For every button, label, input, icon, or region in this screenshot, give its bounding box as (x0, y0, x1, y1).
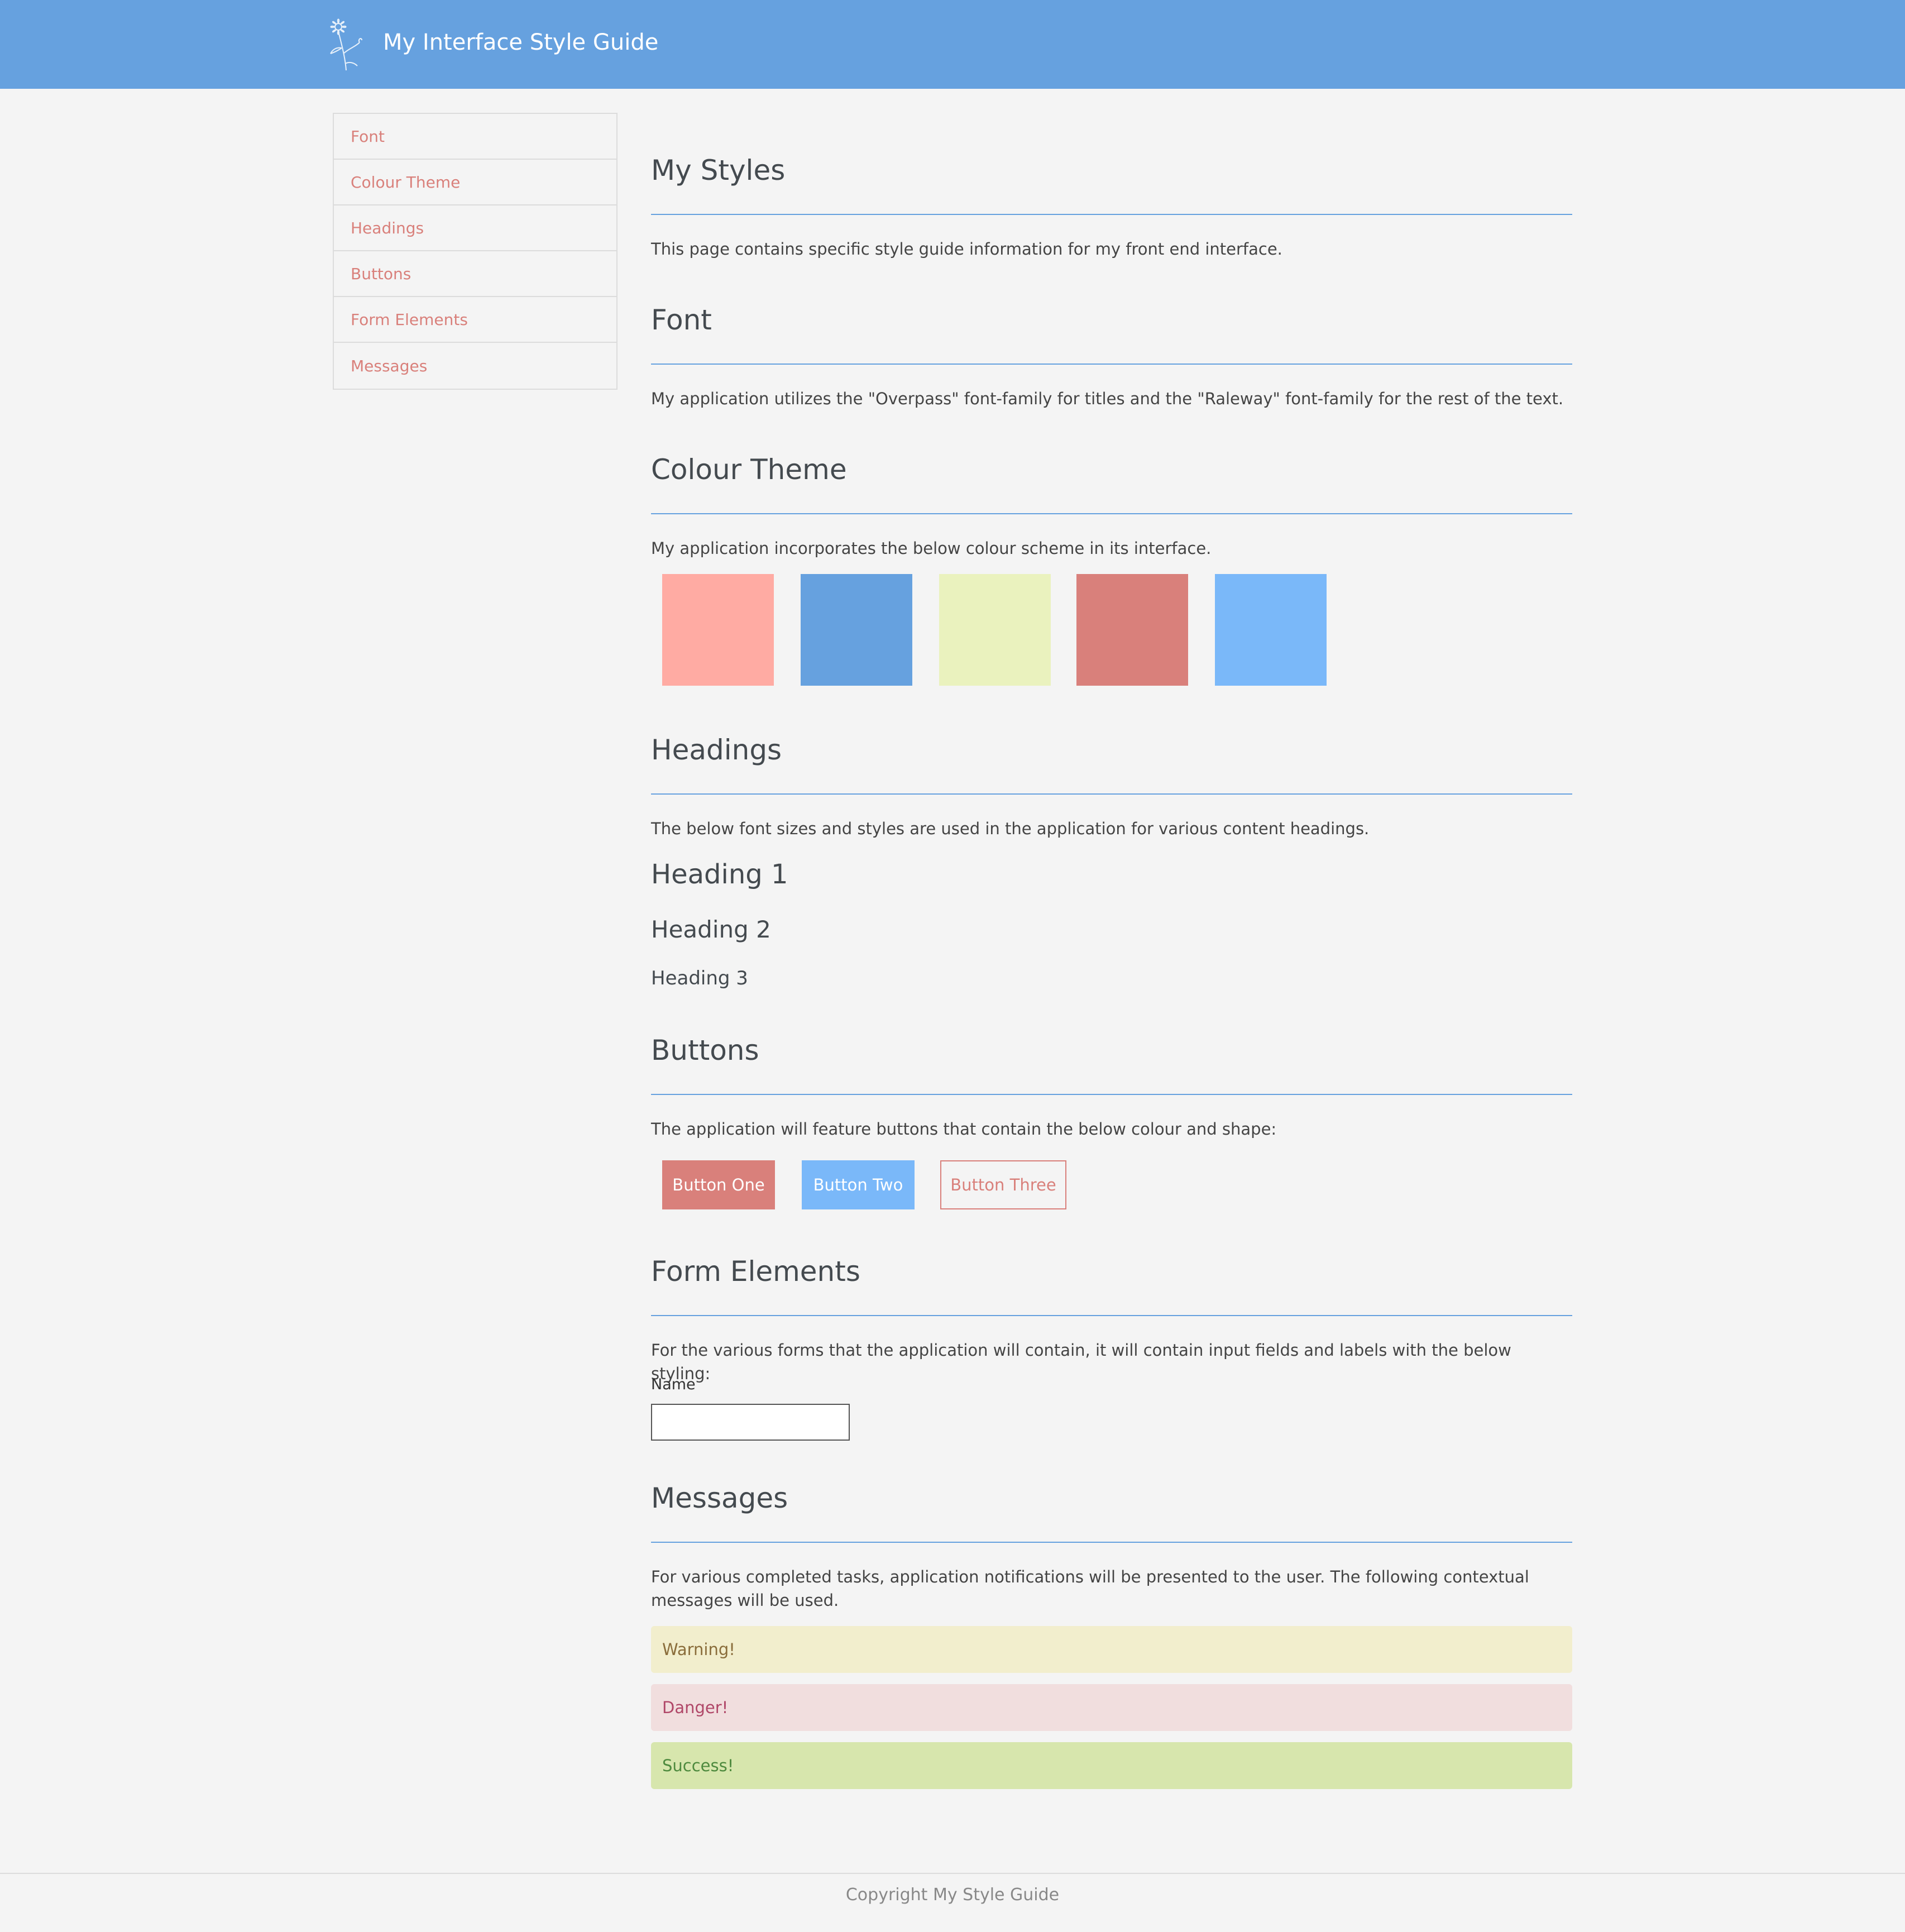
colour-swatch-pale-yellow (939, 574, 1051, 686)
sidebar-item-form-elements[interactable]: Form Elements (334, 297, 616, 343)
heading-3-sample: Heading 3 (651, 967, 748, 989)
section-text: The below font sizes and styles are used… (651, 819, 1370, 838)
name-label: Name (651, 1376, 696, 1393)
section-headings: Headings The below font sizes and styles… (651, 730, 1572, 989)
section-messages: Messages For various completed tasks, ap… (651, 1479, 1572, 1789)
section-title: Form Elements (651, 1255, 860, 1288)
sidebar-item-font[interactable]: Font (334, 114, 616, 160)
sidebar-nav: Font Colour Theme Headings Buttons Form … (333, 113, 618, 390)
section-title: Messages (651, 1482, 788, 1514)
section-divider (651, 513, 1572, 514)
heading-1-sample: Heading 1 (651, 859, 788, 890)
section-title: My Styles (651, 154, 786, 186)
section-text: For various completed tasks, application… (651, 1567, 1529, 1610)
warning-message: Warning! (651, 1626, 1572, 1673)
section-my-styles: My Styles This page contains specific st… (651, 151, 1572, 259)
button-two[interactable]: Button Two (802, 1160, 915, 1209)
flower-icon (330, 18, 362, 71)
section-buttons: Buttons The application will feature but… (651, 1031, 1572, 1209)
section-font: Font My application utilizes the "Overpa… (651, 300, 1572, 408)
colour-swatch-pink (662, 574, 774, 686)
section-divider (651, 1094, 1572, 1095)
section-divider (651, 364, 1572, 365)
button-one[interactable]: Button One (662, 1160, 775, 1209)
site-title: My Interface Style Guide (383, 30, 659, 55)
button-three[interactable]: Button Three (940, 1160, 1066, 1209)
danger-message: Danger! (651, 1684, 1572, 1731)
colour-swatch-light-blue (1215, 574, 1327, 686)
section-text: My application utilizes the "Overpass" f… (651, 389, 1564, 408)
section-divider (651, 1542, 1572, 1543)
heading-2-sample: Heading 2 (651, 916, 771, 943)
section-text: For the various forms that the applicati… (651, 1341, 1511, 1383)
section-text: This page contains specific style guide … (651, 240, 1282, 259)
section-title: Colour Theme (651, 453, 847, 486)
site-footer: Copyright My Style Guide (0, 1873, 1905, 1932)
name-input[interactable] (651, 1404, 850, 1441)
colour-swatch-blue (801, 574, 912, 686)
section-divider (651, 1315, 1572, 1316)
copyright-text: Copyright My Style Guide (845, 1885, 1060, 1905)
sidebar-item-buttons[interactable]: Buttons (334, 251, 616, 297)
colour-swatch-coral (1076, 574, 1188, 686)
sidebar-item-messages[interactable]: Messages (334, 343, 616, 389)
section-divider (651, 214, 1572, 215)
site-header: My Interface Style Guide (0, 0, 1905, 89)
section-text: My application incorporates the below co… (651, 539, 1212, 558)
section-title: Font (651, 304, 712, 336)
section-title: Buttons (651, 1034, 759, 1067)
success-message: Success! (651, 1742, 1572, 1789)
section-divider (651, 793, 1572, 795)
sidebar-item-colour-theme[interactable]: Colour Theme (334, 160, 616, 205)
sidebar-item-headings[interactable]: Headings (334, 205, 616, 251)
section-text: The application will feature buttons tha… (651, 1120, 1277, 1139)
section-form-elements: Form Elements For the various forms that… (651, 1252, 1572, 1441)
section-title: Headings (651, 734, 782, 766)
section-colour-theme: Colour Theme My application incorporates… (651, 450, 1572, 686)
